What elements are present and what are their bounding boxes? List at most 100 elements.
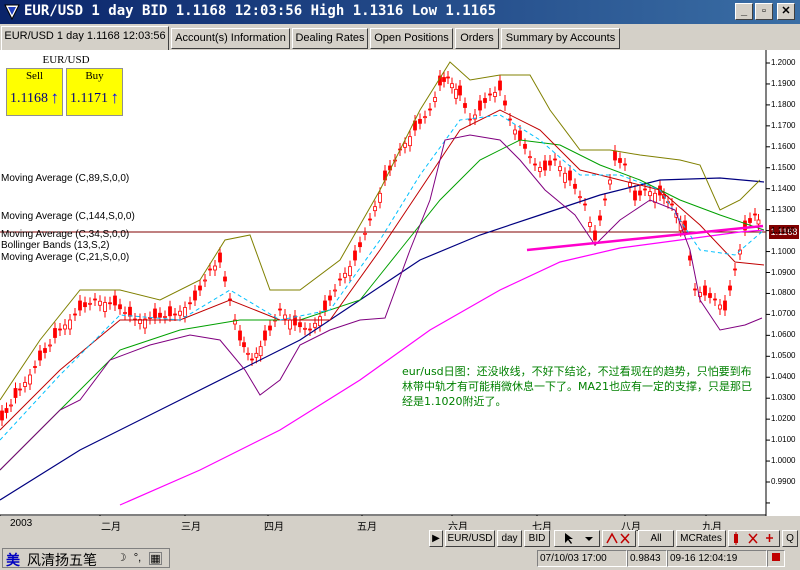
tab-orders[interactable]: Orders [455,28,499,49]
drawing-tools-button[interactable] [602,530,636,547]
candle-body [446,76,450,79]
tab-summary-by-accounts[interactable]: Summary by Accounts [501,28,620,49]
indicator-label-ma21[interactable]: Moving Average (C,21,S,0,0) [1,252,129,263]
candle-body [173,313,177,316]
candle-body [358,242,362,248]
minimize-button[interactable]: _ [735,3,753,20]
candle-body [254,352,259,358]
chart-scroll-bar: ▶ EUR/USD day BID All MCRates Q [0,530,800,547]
price-tick-label: 1.1700 [771,120,796,130]
candle-body [338,278,342,281]
symbol-button[interactable]: EUR/USD [445,530,495,547]
sell-box[interactable]: Sell 1.1168 ↑ [6,68,63,116]
sell-price: 1.1168 [10,91,48,106]
price-tick-label: 1.0300 [771,393,796,403]
bid-ask-button[interactable]: BID [524,530,550,547]
status-bar: 美 风清扬五笔 ☽ °, ▦ 07/10/03 17:00 0.9843 09-… [0,547,800,570]
candle-body [268,325,272,331]
scroll-left-button[interactable]: ▶ [429,530,443,547]
all-button[interactable]: All [638,530,674,547]
candle-body [78,300,82,311]
candle-body [603,198,607,201]
chart-canvas[interactable] [0,50,800,516]
tab-dealing-rates[interactable]: Dealing Rates [292,28,368,49]
candle-body [163,316,167,318]
candle-body [153,308,157,319]
candle-body [246,352,250,355]
candle-body [123,312,127,314]
candle-body [368,218,372,221]
price-tick-label: 1.0800 [771,288,796,298]
indicator-label-ma34[interactable]: Moving Average (C,34,S,0,0) [1,229,129,240]
candle-body [303,327,307,330]
price-tick-label: 1.0200 [771,414,796,424]
candle-body [198,285,202,291]
indicator-label-ma144[interactable]: Moving Average (C,144,S,0,0) [1,211,135,222]
buy-box[interactable]: Buy 1.1171 ↑ [66,68,123,116]
candle-body [93,298,97,301]
close-button[interactable]: ✕ [777,3,795,20]
time-tick-label: 2003 [10,518,33,529]
buy-price: 1.1171 [70,91,108,106]
analysis-note: eur/usd日图：还没收线，不好下结论，不过看现在的趋势，只怕要到布林带中轨才… [402,365,753,408]
soft-keyboard-icon[interactable]: ▦ [149,552,162,565]
price-tick-label: 1.1900 [771,78,796,88]
price-chart[interactable] [0,50,800,516]
tab-account-information[interactable]: Account(s) Information [171,28,290,49]
maximize-button[interactable]: ▫ [755,3,773,20]
sell-label: Sell [25,70,44,82]
period-button[interactable]: day [497,530,522,547]
candle-body [168,306,172,317]
punctuation-icon[interactable]: °, [131,552,144,565]
buy-label: Buy [85,70,104,82]
candle-body [308,328,312,331]
price-tick-label: 1.1500 [771,162,796,172]
candle-body [703,285,707,296]
candle-body [183,307,187,317]
indicator-label-bollinger[interactable]: Bollinger Bands (13,S,2) [1,240,109,251]
candle-body [13,388,18,398]
sell-up-arrow-icon: ↑ [50,88,60,107]
indicator-label-ma89[interactable]: Moving Average (C,89,S,0,0) [1,173,129,184]
ime-toolbar[interactable]: 美 风清扬五笔 ☽ °, ▦ [2,548,170,568]
tab-eurusd-chart[interactable]: EUR/USD 1 day 1.1168 12:03:56 [1,26,169,50]
candle-body [403,142,407,148]
price-tick-label: 1.0400 [771,372,796,382]
title-bar[interactable]: EUR/USD 1 day BID 1.1168 12:03:56 High 1… [0,0,800,24]
tab-open-positions[interactable]: Open Positions [370,28,453,49]
price-tick-label: 1.0100 [771,435,796,445]
candle-body [653,192,657,203]
candle-body [553,158,557,161]
window-title: EUR/USD 1 day BID 1.1168 12:03:56 High 1… [24,3,497,19]
candle-body [433,97,437,102]
quote-symbol: EUR/USD [42,54,90,66]
ime-name[interactable]: 风清扬五笔 [27,550,97,570]
q-button[interactable]: Q [782,530,798,547]
half-width-moon-icon[interactable]: ☽ [115,552,128,565]
ime-mark[interactable]: 美 [6,550,20,570]
candle-body [263,330,267,341]
candle-body [283,314,287,320]
candle-body [98,300,102,306]
candle-body [648,191,652,197]
candle-body [693,288,697,291]
candle-body [348,266,352,277]
price-tick-label: 1.1800 [771,99,796,109]
candle-body [378,192,382,203]
candle-body [223,276,227,282]
candle-body [548,160,552,166]
chart-tools-button[interactable] [728,530,780,547]
candle-body [513,129,517,135]
candle-body [288,319,292,330]
candle-body [53,328,57,338]
candle-body [598,215,602,221]
candle-body [543,160,547,171]
cursor-tool-button[interactable] [554,530,600,547]
candle-body [608,179,612,185]
mcrates-button[interactable]: MCRates [676,530,726,547]
candle-body [28,374,32,385]
candle-body [454,88,458,99]
candle-body [128,306,132,317]
status-indicator [767,550,785,567]
chart-background [0,50,800,516]
